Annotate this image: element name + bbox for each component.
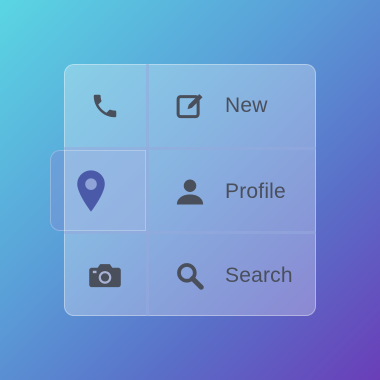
phone-button[interactable] xyxy=(64,64,146,147)
menu-item-new[interactable]: New xyxy=(149,64,316,147)
menu-item-label: Search xyxy=(225,263,293,287)
map-pin-icon xyxy=(74,169,108,213)
menu-item-profile[interactable]: Profile xyxy=(149,150,316,233)
menu-item-search[interactable]: Search xyxy=(149,234,316,317)
phone-icon xyxy=(90,91,120,121)
pencil-square-icon xyxy=(173,89,207,123)
camera-button[interactable] xyxy=(64,234,146,316)
menu-item-label: Profile xyxy=(225,179,286,203)
magnifier-icon xyxy=(173,259,207,293)
user-icon xyxy=(173,175,207,209)
camera-icon xyxy=(88,261,122,289)
menu-panel: New Profile Search xyxy=(64,64,316,316)
menu-item-label: New xyxy=(225,93,268,117)
location-button[interactable] xyxy=(50,150,132,231)
